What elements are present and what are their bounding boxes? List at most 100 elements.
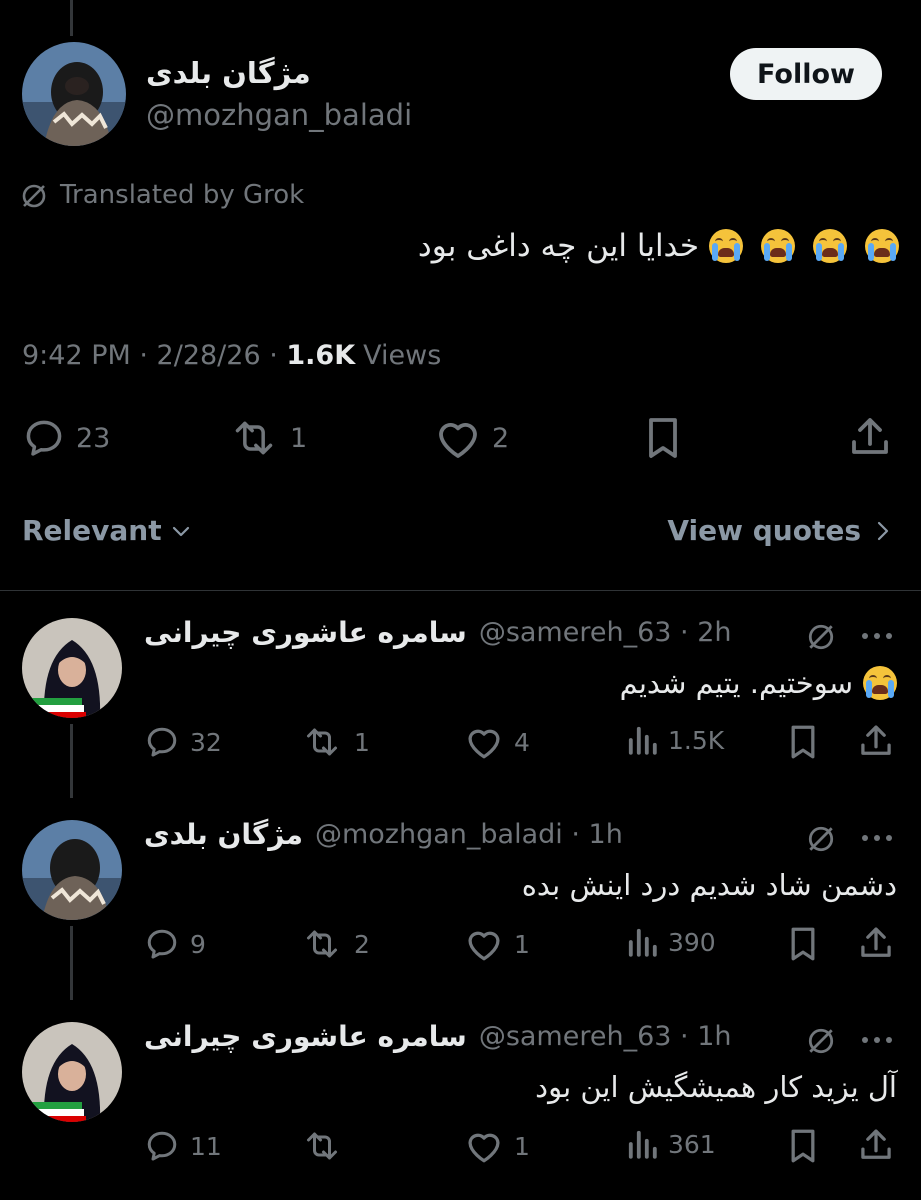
views-chart-icon bbox=[626, 1128, 658, 1160]
retweet-action[interactable] bbox=[300, 1128, 354, 1164]
like-count: 4 bbox=[514, 727, 530, 757]
reply-age[interactable]: 1h bbox=[697, 1021, 731, 1052]
reply-action[interactable]: 9 bbox=[144, 926, 206, 962]
reply-age[interactable]: 1h bbox=[589, 819, 623, 850]
avatar[interactable] bbox=[22, 42, 126, 146]
like-action[interactable]: 4 bbox=[464, 724, 530, 760]
reply-count: 32 bbox=[190, 727, 222, 757]
like-action[interactable]: 1 bbox=[464, 1128, 530, 1164]
tweet-time[interactable]: 9:42 PM bbox=[22, 340, 131, 371]
reply-icon bbox=[144, 724, 180, 760]
views-action[interactable]: 390 bbox=[626, 926, 716, 958]
like-count: 2 bbox=[492, 422, 510, 454]
reply-header: مژگان بلدی @mozhgan_baladi · 1h bbox=[144, 818, 623, 851]
tweet-text-row: خدایا این چه داغی بود bbox=[418, 228, 899, 264]
retweet-action[interactable]: 2 bbox=[300, 926, 370, 962]
reply-text: سوختیم. یتیم شدیم bbox=[619, 666, 853, 700]
reply-icon bbox=[22, 416, 66, 460]
views-chart-icon bbox=[626, 926, 658, 958]
retweet-action[interactable]: 1 bbox=[300, 724, 370, 760]
user-handle[interactable]: @samereh_63 bbox=[479, 1021, 672, 1052]
share-icon[interactable] bbox=[858, 924, 894, 962]
views-label: Views bbox=[363, 340, 442, 371]
share-icon[interactable] bbox=[858, 1126, 894, 1164]
timestamp-row: 9:42 PM · 2/28/26 · 1.6K Views bbox=[22, 340, 441, 371]
translated-label[interactable]: Translated by Grok bbox=[60, 180, 304, 210]
like-count: 1 bbox=[514, 1131, 530, 1161]
reply-text: آل یزید کار همیشگیش این بود bbox=[535, 1070, 897, 1104]
crying-emoji-group bbox=[705, 229, 899, 263]
views-count: 361 bbox=[668, 1129, 716, 1159]
thread-connector bbox=[70, 926, 73, 1000]
views-action[interactable]: 361 bbox=[626, 1128, 716, 1160]
share-icon[interactable] bbox=[858, 722, 894, 760]
separator-dot: · bbox=[130, 340, 157, 371]
translate-icon[interactable] bbox=[806, 824, 836, 854]
translate-icon bbox=[20, 182, 48, 210]
follow-button[interactable]: Follow bbox=[730, 48, 882, 100]
separator-dot: · bbox=[260, 340, 287, 371]
display-name[interactable]: سامره عاشوری چیرانی bbox=[144, 616, 467, 649]
thread-connector bbox=[70, 724, 73, 798]
chevron-right-icon bbox=[875, 519, 891, 543]
display-name[interactable]: مژگان بلدی bbox=[144, 818, 303, 851]
crying-emoji bbox=[761, 229, 795, 263]
translate-icon[interactable] bbox=[806, 1026, 836, 1056]
like-action[interactable]: 1 bbox=[464, 926, 530, 962]
reply-text: دشمن شاد شدیم درد اینش بده bbox=[521, 868, 897, 902]
user-handle[interactable]: @mozhgan_baladi bbox=[315, 819, 563, 850]
reply-header: سامره عاشوری چیرانی @samereh_63 · 2h bbox=[144, 616, 731, 649]
bookmark-icon[interactable] bbox=[786, 1128, 820, 1164]
separator-dot: · bbox=[671, 1021, 698, 1052]
reply-icon bbox=[144, 926, 180, 962]
reply-header: سامره عاشوری چیرانی @samereh_63 · 1h bbox=[144, 1020, 731, 1053]
avatar[interactable] bbox=[22, 820, 122, 920]
views-count: 1.6K bbox=[286, 340, 356, 371]
reply-text-row: آل یزید کار همیشگیش این بود bbox=[535, 1070, 897, 1104]
avatar[interactable] bbox=[22, 1022, 122, 1122]
separator-dot: · bbox=[671, 617, 698, 648]
crying-emoji bbox=[709, 229, 743, 263]
avatar[interactable] bbox=[22, 618, 122, 718]
more-options-icon[interactable] bbox=[860, 1034, 894, 1046]
like-action[interactable]: 2 bbox=[434, 416, 509, 460]
bookmark-icon[interactable] bbox=[786, 926, 820, 962]
retweet-icon bbox=[300, 724, 344, 760]
section-divider bbox=[0, 590, 921, 591]
tweet-text: خدایا این چه داغی بود bbox=[417, 228, 699, 264]
user-handle[interactable]: @samereh_63 bbox=[479, 617, 672, 648]
reply-action[interactable]: 23 bbox=[22, 416, 110, 460]
view-quotes-link[interactable]: View quotes bbox=[667, 514, 891, 547]
retweet-count: 2 bbox=[354, 929, 370, 959]
more-options-icon[interactable] bbox=[860, 630, 894, 642]
like-count: 1 bbox=[514, 929, 530, 959]
reply-action[interactable]: 32 bbox=[144, 724, 222, 760]
translate-icon[interactable] bbox=[806, 622, 836, 652]
display-name[interactable]: مژگان بلدی bbox=[146, 56, 311, 90]
display-name[interactable]: سامره عاشوری چیرانی bbox=[144, 1020, 467, 1053]
view-quotes-label: View quotes bbox=[667, 514, 861, 547]
bookmark-icon[interactable] bbox=[642, 416, 684, 460]
more-options-icon[interactable] bbox=[860, 832, 894, 844]
reply-text-row: سوختیم. یتیم شدیم bbox=[620, 666, 897, 700]
reply-age[interactable]: 2h bbox=[697, 617, 731, 648]
reply-count: 23 bbox=[76, 422, 111, 454]
heart-icon bbox=[434, 416, 482, 460]
reply-text-row: دشمن شاد شدیم درد اینش بده bbox=[522, 868, 897, 902]
sort-relevant-button[interactable]: Relevant bbox=[22, 514, 192, 547]
share-icon[interactable] bbox=[848, 414, 892, 460]
thread-connector-top bbox=[70, 0, 73, 36]
views-action[interactable]: 1.5K bbox=[626, 724, 724, 756]
retweet-count: 1 bbox=[290, 422, 308, 454]
chevron-down-icon bbox=[170, 520, 192, 542]
reply-action[interactable]: 11 bbox=[144, 1128, 222, 1164]
reply-count: 11 bbox=[190, 1131, 222, 1161]
sort-relevant-label: Relevant bbox=[22, 514, 162, 547]
user-handle[interactable]: @mozhgan_baladi bbox=[146, 98, 412, 132]
views-chart-icon bbox=[626, 724, 658, 756]
reply-count: 9 bbox=[190, 929, 206, 959]
retweet-action[interactable]: 1 bbox=[228, 416, 307, 460]
bookmark-icon[interactable] bbox=[786, 724, 820, 760]
tweet-date[interactable]: 2/28/26 bbox=[157, 340, 261, 371]
views-count: 390 bbox=[668, 927, 716, 957]
